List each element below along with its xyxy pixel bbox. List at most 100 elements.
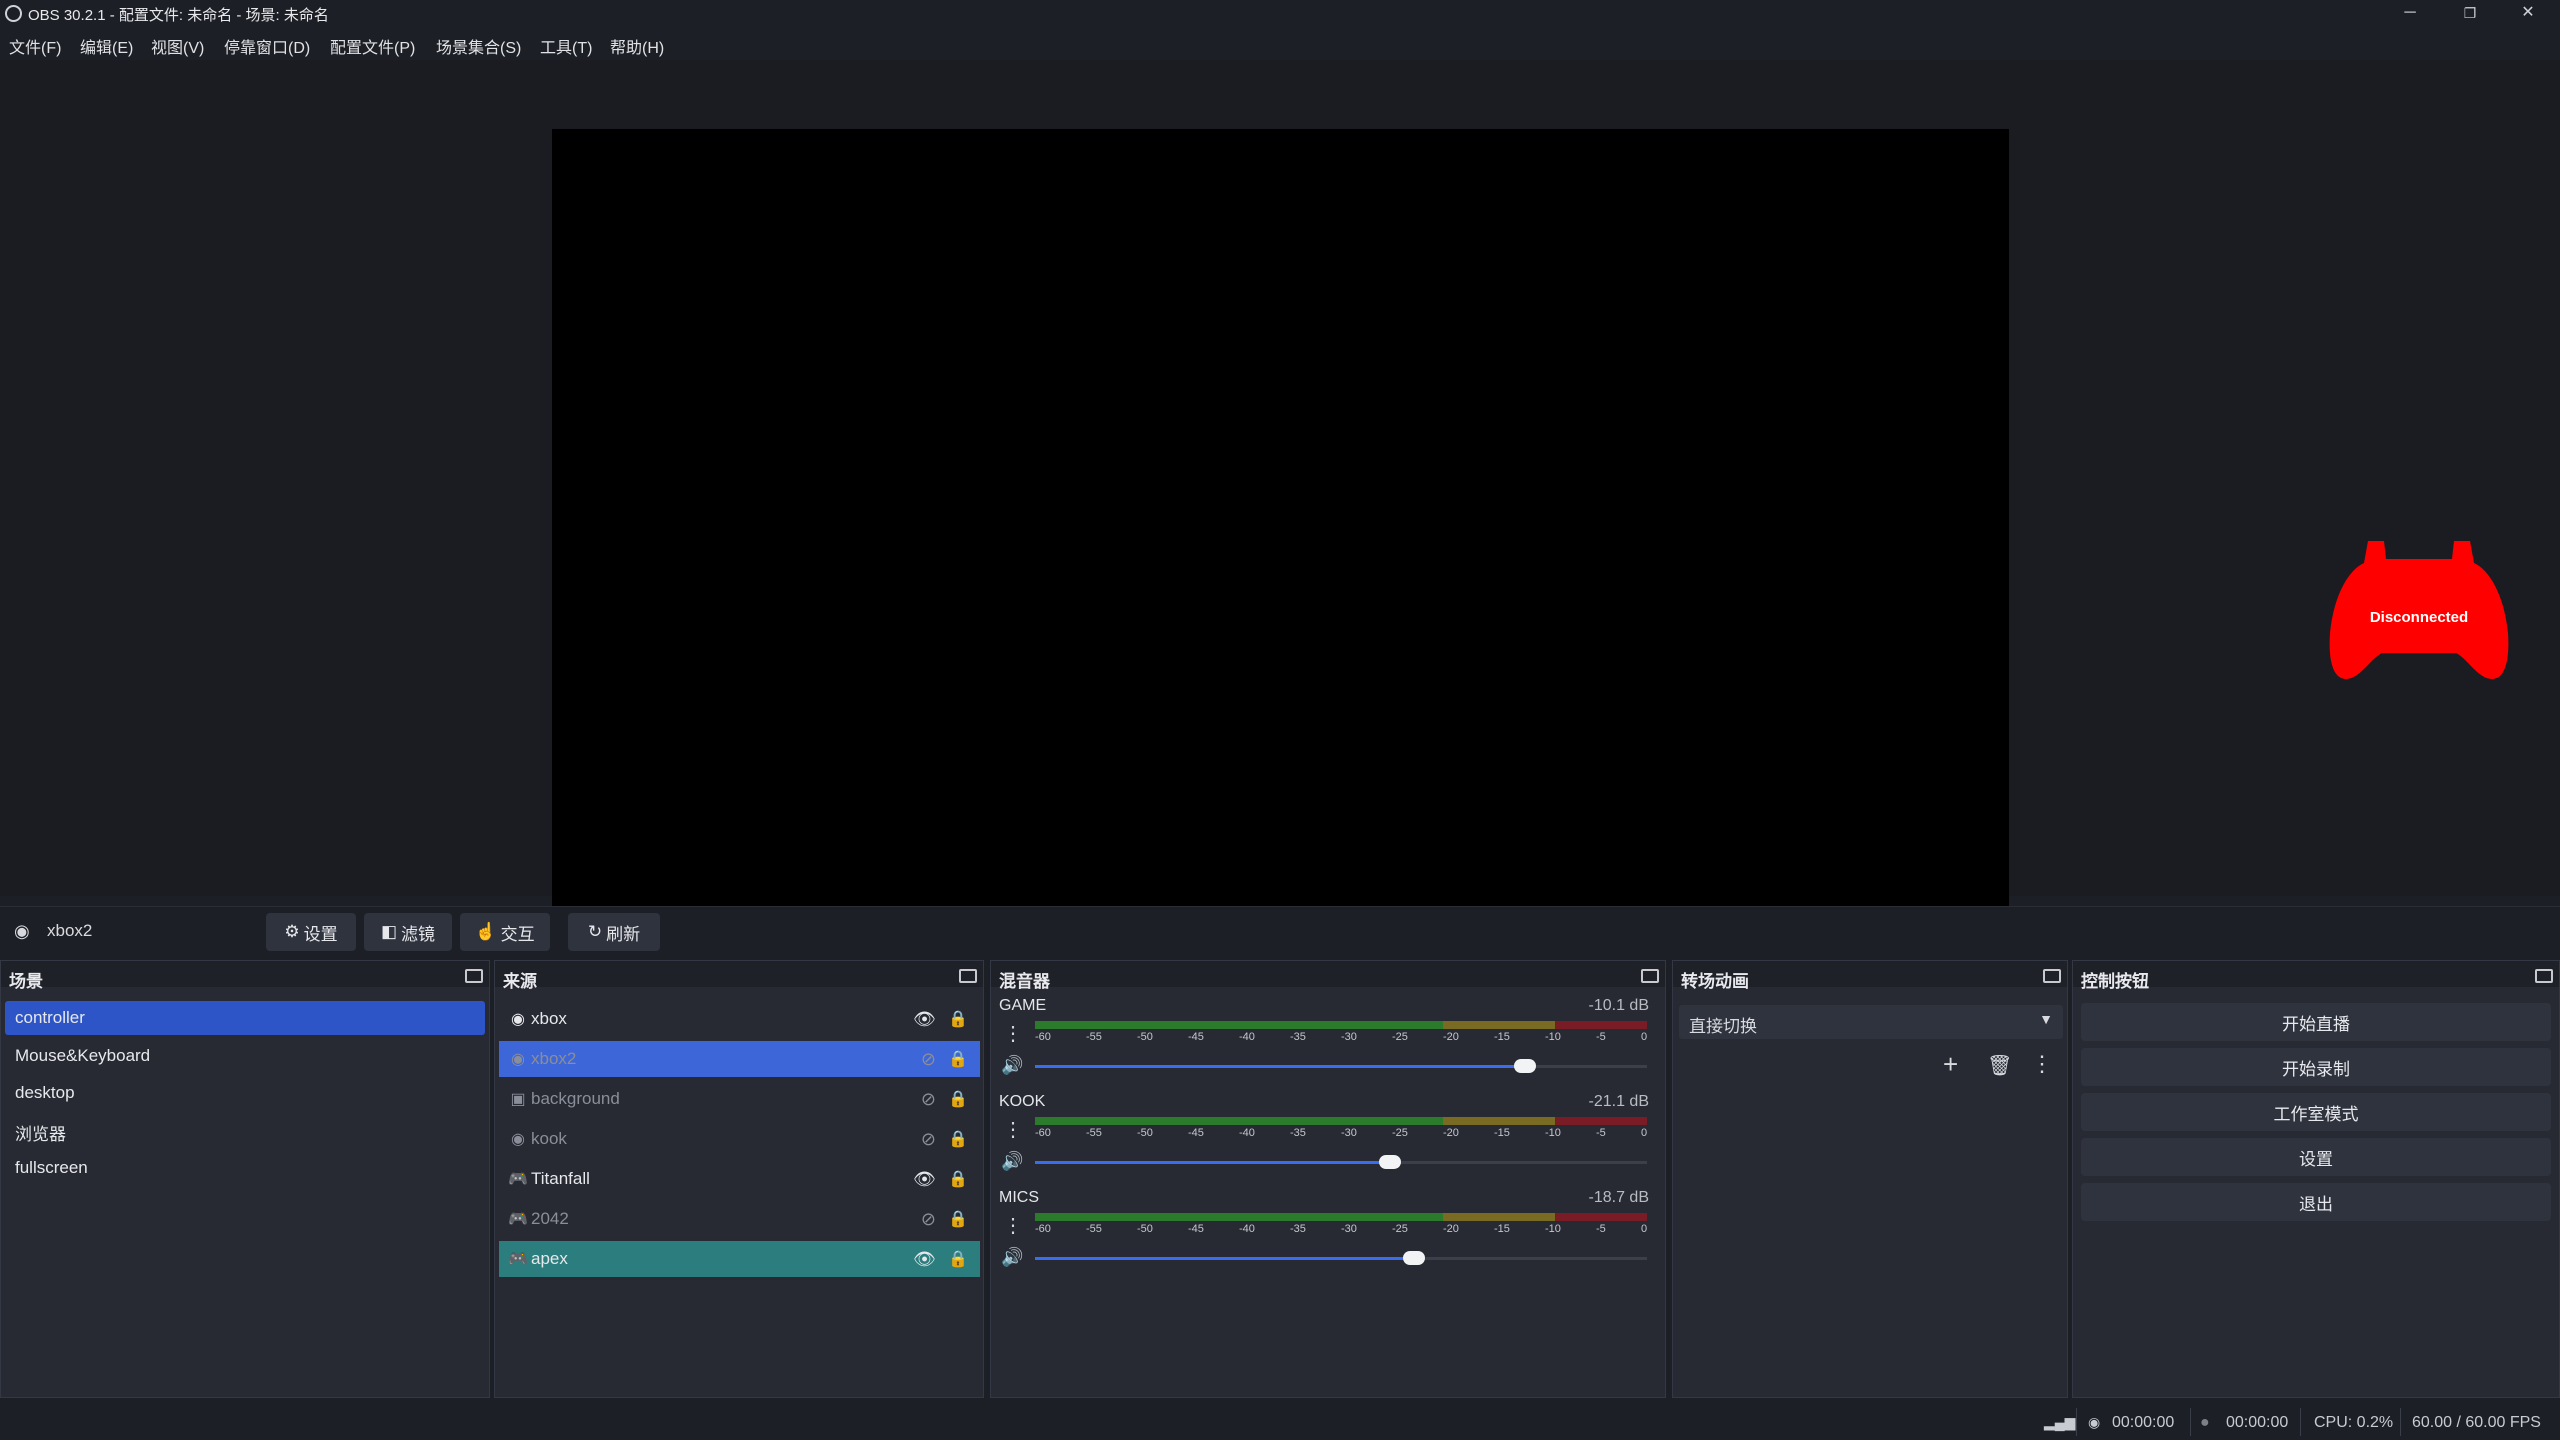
menu-profile[interactable]: 配置文件(P) <box>330 34 415 58</box>
title-bar: OBS 30.2.1 - 配置文件: 未命名 - 场景: 未命名 ─ ❐ ✕ <box>0 0 2560 27</box>
volume-slider[interactable] <box>1035 1155 1647 1169</box>
divider <box>2300 1408 2301 1436</box>
obs-logo-icon <box>5 5 22 22</box>
status-bar: ▂▄▆ ◉ 00:00:00 ● 00:00:00 CPU: 0.2% 60.0… <box>0 1402 2560 1440</box>
scene-item[interactable]: fullscreen <box>5 1151 485 1185</box>
more-options-icon[interactable]: ⋮ <box>1003 1213 1023 1239</box>
volume-slider-knob[interactable] <box>1403 1251 1425 1265</box>
add-transition-button[interactable]: + <box>1943 1049 1958 1080</box>
source-filters-button[interactable]: ◧ 滤镜 <box>364 913 452 951</box>
close-button[interactable]: ✕ <box>2508 2 2548 24</box>
meter-tick-label: -60 <box>1035 1031 1051 1043</box>
meter-red <box>1555 1213 1647 1221</box>
channel-name: KOOK <box>999 1093 1046 1110</box>
start-recording-button[interactable]: 开始录制 <box>2081 1048 2551 1086</box>
menu-tools[interactable]: 工具(T) <box>540 34 592 58</box>
source-row[interactable]: 🎮 apex 👁 🔒 <box>499 1241 980 1277</box>
menu-view[interactable]: 视图(V) <box>151 34 204 58</box>
menu-help[interactable]: 帮助(H) <box>610 34 664 58</box>
meter-tick-label: -25 <box>1392 1031 1408 1043</box>
record-time: 00:00:00 <box>2226 1414 2289 1431</box>
restore-button[interactable]: ❐ <box>2450 2 2490 24</box>
source-name: kook <box>531 1129 567 1148</box>
source-row[interactable]: 🎮 2042 ⊘ 🔒 <box>499 1201 980 1237</box>
lock-icon[interactable]: 🔒 <box>948 1129 968 1149</box>
more-options-icon[interactable]: ⋮ <box>2031 1051 2053 1077</box>
exit-button[interactable]: 退出 <box>2081 1183 2551 1221</box>
meter-tick-label: -35 <box>1290 1031 1306 1043</box>
eye-hidden-icon[interactable]: ⊘ <box>921 1049 936 1070</box>
volume-meter <box>1035 1213 1647 1221</box>
hand-pointer-icon: ☝ <box>475 922 497 941</box>
mixer-dock: 混音器 GAME -10.1 dB ⋮ -60 -55 -50 -45 -40 -35 -3… <box>990 960 1666 1398</box>
source-refresh-button[interactable]: ↻ 刷新 <box>568 913 660 951</box>
start-streaming-button[interactable]: 开始直播 <box>2081 1003 2551 1041</box>
speaker-icon[interactable]: 🔊 <box>1001 1055 1023 1076</box>
meter-yellow <box>1443 1117 1555 1125</box>
scene-item[interactable]: Mouse&Keyboard <box>5 1039 485 1073</box>
scene-item[interactable]: 浏览器 <box>5 1113 485 1147</box>
lock-icon[interactable]: 🔒 <box>948 1089 968 1109</box>
source-row[interactable]: ◉ xbox 👁 🔒 <box>499 1001 980 1037</box>
volume-slider[interactable] <box>1035 1059 1647 1073</box>
lock-icon[interactable]: 🔒 <box>948 1209 968 1229</box>
meter-tick-label: -40 <box>1239 1031 1255 1043</box>
meter-tick-label: -20 <box>1443 1031 1459 1043</box>
more-options-icon[interactable]: ⋮ <box>1003 1117 1023 1143</box>
float-dock-icon[interactable] <box>1641 969 1659 983</box>
studio-mode-button[interactable]: 工作室模式 <box>2081 1093 2551 1131</box>
eye-hidden-icon[interactable]: ⊘ <box>921 1089 936 1110</box>
menu-edit[interactable]: 编辑(E) <box>80 34 133 58</box>
source-row[interactable]: ◉ xbox2 ⊘ 🔒 <box>499 1041 980 1077</box>
mixer-dock-title: 混音器 <box>991 961 1665 991</box>
meter-tick-label: -10 <box>1545 1223 1561 1235</box>
volume-slider-knob[interactable] <box>1379 1155 1401 1169</box>
lock-icon[interactable]: 🔒 <box>948 1249 968 1269</box>
scene-item[interactable]: controller <box>5 1001 485 1035</box>
source-name: apex <box>531 1249 568 1268</box>
meter-tick-label: -10 <box>1545 1127 1561 1139</box>
cpu-usage: CPU: 0.2% <box>2314 1414 2394 1431</box>
eye-icon[interactable]: 👁 <box>913 1169 936 1190</box>
preview-canvas[interactable]: Disconnected <box>552 129 2509 949</box>
transition-select[interactable]: 直接切换 ▼ <box>1679 1005 2063 1039</box>
float-dock-icon[interactable] <box>465 969 483 983</box>
speaker-icon[interactable]: 🔊 <box>1001 1151 1023 1172</box>
meter-tick-label: -45 <box>1188 1223 1204 1235</box>
gamepad-icon: 🎮 <box>508 1171 528 1188</box>
browser-icon: ◉ <box>511 1051 525 1068</box>
float-dock-icon[interactable] <box>959 969 977 983</box>
controller-overlay: Disconnected <box>2328 533 2510 683</box>
source-settings-button[interactable]: ⚙ 设置 <box>266 913 356 951</box>
lock-icon[interactable]: 🔒 <box>948 1009 968 1029</box>
scene-item[interactable]: desktop <box>5 1076 485 1110</box>
float-dock-icon[interactable] <box>2043 969 2061 983</box>
menu-scene-collection[interactable]: 场景集合(S) <box>436 34 521 58</box>
channel-db: -10.1 dB <box>1588 997 1649 1014</box>
eye-icon[interactable]: 👁 <box>913 1009 936 1030</box>
more-options-icon[interactable]: ⋮ <box>1003 1021 1023 1047</box>
eye-icon[interactable]: 👁 <box>913 1249 936 1270</box>
source-row[interactable]: ▣ background ⊘ 🔒 <box>499 1081 980 1117</box>
minimize-button[interactable]: ─ <box>2390 2 2430 24</box>
menu-docks[interactable]: 停靠窗口(D) <box>224 34 310 58</box>
source-row[interactable]: ◉ kook ⊘ 🔒 <box>499 1121 980 1157</box>
volume-slider[interactable] <box>1035 1251 1647 1265</box>
lock-icon[interactable]: 🔒 <box>948 1169 968 1189</box>
meter-tick-label: -60 <box>1035 1223 1051 1235</box>
sources-dock: 来源 ◉ xbox 👁 🔒 ◉ xbox2 ⊘ 🔒 ▣ background ⊘… <box>494 960 984 1398</box>
source-name: xbox <box>531 1009 567 1028</box>
transitions-dock-title: 转场动画 <box>1673 961 2067 991</box>
source-name: xbox2 <box>531 1049 577 1068</box>
float-dock-icon[interactable] <box>2535 969 2553 983</box>
source-row[interactable]: 🎮 Titanfall 👁 🔒 <box>499 1161 980 1197</box>
settings-button[interactable]: 设置 <box>2081 1138 2551 1176</box>
eye-hidden-icon[interactable]: ⊘ <box>921 1209 936 1230</box>
menu-file[interactable]: 文件(F) <box>9 34 61 58</box>
volume-slider-knob[interactable] <box>1514 1059 1536 1073</box>
source-interact-button[interactable]: ☝ 交互 <box>460 913 550 951</box>
trash-icon[interactable]: 🗑 <box>1987 1053 2012 1078</box>
speaker-icon[interactable]: 🔊 <box>1001 1247 1023 1268</box>
lock-icon[interactable]: 🔒 <box>948 1049 968 1069</box>
eye-hidden-icon[interactable]: ⊘ <box>921 1129 936 1150</box>
